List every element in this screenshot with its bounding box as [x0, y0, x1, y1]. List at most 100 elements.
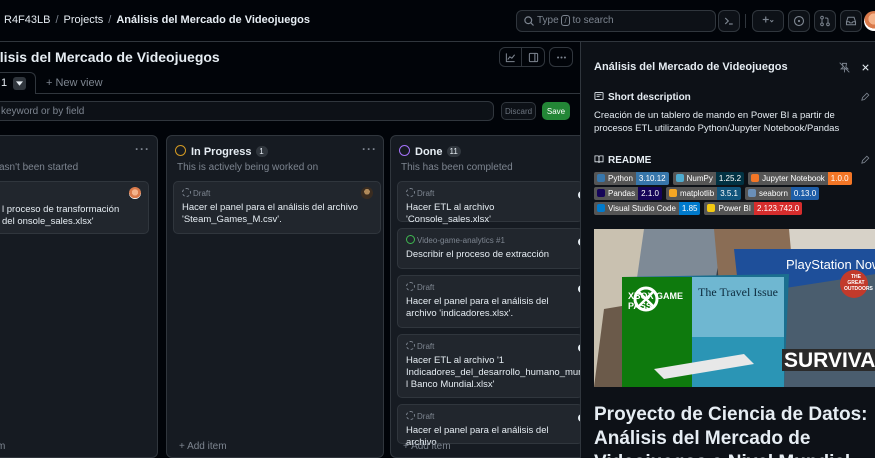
column-count: 1 [255, 146, 268, 157]
discard-button[interactable]: Discard [501, 102, 536, 120]
status-in-progress-icon [175, 145, 186, 156]
board-card[interactable]: Draft Hacer ETL al archivo '1 Indicadore… [397, 334, 589, 398]
tab-board-view[interactable]: 1 [0, 72, 36, 94]
column-menu-button[interactable]: ··· [362, 142, 377, 156]
readme-badges: Python 3.10.12 NumPy 1.25.2 Jupyter Notebo… [594, 172, 864, 217]
board-card[interactable]: l proceso de transformación del onsole_s… [0, 181, 149, 234]
board-column-done: Done 11 This has been completed Draft Hac… [390, 135, 590, 458]
add-item-button[interactable]: + Add item [403, 441, 451, 452]
insights-button[interactable] [500, 48, 522, 66]
draft-icon [406, 188, 415, 197]
pencil-icon[interactable] [860, 155, 870, 165]
search-placeholder: Type / to search [537, 15, 614, 26]
inbox-icon [845, 16, 857, 26]
close-icon[interactable] [860, 62, 871, 73]
column-header: In Progress 1 [175, 144, 268, 158]
triangle-down-icon [16, 81, 23, 86]
search-input[interactable]: Type / to search [516, 10, 716, 32]
assignee-avatar [361, 187, 373, 199]
card-meta: Draft [182, 188, 210, 198]
breadcrumb-projects[interactable]: Projects [64, 14, 104, 26]
column-menu-button[interactable]: ··· [135, 142, 150, 156]
user-avatar[interactable] [864, 11, 875, 31]
readme-title: Proyecto de Ciencia de Datos: Análisis d… [594, 404, 868, 458]
pencil-icon[interactable] [860, 92, 870, 102]
readme-hero-image: XBOX GAME PASS The Travel Issue PlayStat… [594, 229, 875, 387]
board-card[interactable]: Draft Hacer el panel para el análisis de… [397, 404, 586, 448]
side-panel-toggle[interactable] [522, 48, 544, 66]
column-description: This is actively being worked on [177, 162, 319, 173]
add-item-button[interactable]: m [0, 441, 5, 452]
hero-survival-text: SURVIVAL [784, 349, 875, 372]
inbox-button[interactable] [840, 10, 862, 32]
save-button[interactable]: Save [542, 102, 570, 120]
view-tabs: 1 + New view [0, 72, 580, 94]
card-title: Hacer ETL al archivo '1 Indicadores_del_… [406, 355, 589, 390]
matplotlib-icon [668, 189, 677, 197]
draft-icon [406, 411, 415, 420]
pull-request-icon [820, 15, 830, 27]
board-column-in-progress: In Progress 1 ··· This is actively being … [166, 135, 384, 458]
top-header: R4F43LB / Projects / Análisis del Mercado de… [0, 0, 875, 42]
column-name: Done [415, 146, 443, 158]
card-title: Hacer ETL al archivo 'Console_sales.xlsx… [406, 202, 495, 225]
panel-title: Análisis del Mercado de Videojuegos [594, 61, 788, 73]
add-item-button[interactable]: + Add item [179, 441, 227, 452]
draft-icon [406, 341, 415, 350]
vscode-icon [597, 204, 605, 212]
pandas-icon [597, 189, 605, 197]
short-description-text: Creación de un tablero de mando en Power… [594, 110, 840, 134]
badge-python: Python 3.10.12 [594, 172, 669, 185]
pin-off-icon[interactable] [839, 62, 850, 73]
draft-icon [182, 188, 191, 197]
pull-requests-button[interactable] [814, 10, 836, 32]
hero-playstation-text: PlayStation Now [786, 257, 875, 272]
board-card[interactable]: Draft Hacer ETL al archivo 'Console_sale… [397, 181, 586, 225]
card-title: Describir el proceso de extracción [406, 249, 550, 260]
issues-button[interactable] [788, 10, 810, 32]
hero-outdoors-text: THE GREAT OUTDOORS [844, 274, 873, 292]
board-card[interactable]: Video-game-analytics #1 Describir el pro… [397, 228, 586, 269]
breadcrumb-project[interactable]: Análisis del Mercado de Videojuegos [116, 14, 310, 26]
numpy-icon [675, 174, 684, 182]
card-meta: Draft [406, 411, 434, 421]
card-title: Hacer el panel para el análisis del arch… [406, 296, 549, 319]
note-icon [594, 92, 604, 100]
hero-xbox-text: XBOX GAME PASS [628, 291, 684, 311]
powerbi-icon [707, 204, 716, 212]
jupyter-icon [751, 174, 760, 182]
short-description-heading: Short description [594, 91, 691, 103]
create-new-button[interactable] [752, 10, 784, 32]
python-icon [597, 174, 605, 182]
search-icon [524, 16, 534, 26]
issue-open-icon [406, 235, 415, 244]
project-actions [499, 47, 573, 67]
project-details-panel: Análisis del Mercado de Videojuegos Shor… [580, 42, 875, 458]
issue-icon [793, 15, 805, 27]
card-meta: Draft [406, 282, 434, 292]
board-card[interactable]: Draft Hacer el panel para el análisis de… [397, 275, 586, 328]
book-icon [594, 155, 604, 163]
project-title: álisis del Mercado de Videojuegos [0, 49, 220, 65]
board-card[interactable]: Draft Hacer el panel para el análisis de… [173, 181, 381, 234]
assignee-avatar [129, 187, 141, 199]
card-title: l proceso de transformación del onsole_s… [2, 204, 120, 227]
column-count: 11 [446, 146, 461, 157]
readme-heading: README [594, 154, 651, 166]
breadcrumb-owner[interactable]: R4F43LB [4, 14, 50, 26]
badge-pandas: Pandas 2.1.0 [594, 187, 662, 200]
terminal-icon [724, 17, 733, 25]
tab-menu-button[interactable] [13, 77, 26, 90]
card-meta: Video-game-analytics #1 [406, 235, 505, 245]
badge-powerbi: Power BI 2.123.742.0 [704, 202, 803, 215]
badge-jupyter: Jupyter Notebook 1.0.0 [748, 172, 852, 185]
new-view-button[interactable]: + New view [46, 77, 103, 89]
column-description: asn't been started [0, 162, 79, 173]
project-more-button[interactable] [549, 47, 573, 67]
card-meta: Draft [406, 341, 434, 351]
badge-vscode: Visual Studio Code 1.85 [594, 202, 701, 215]
command-palette-button[interactable] [718, 10, 740, 32]
board-column-todo: ··· asn't been started l proceso de tran… [0, 135, 158, 458]
filter-placeholder: keyword or by field [1, 106, 85, 117]
filter-input[interactable]: keyword or by field [0, 101, 494, 121]
